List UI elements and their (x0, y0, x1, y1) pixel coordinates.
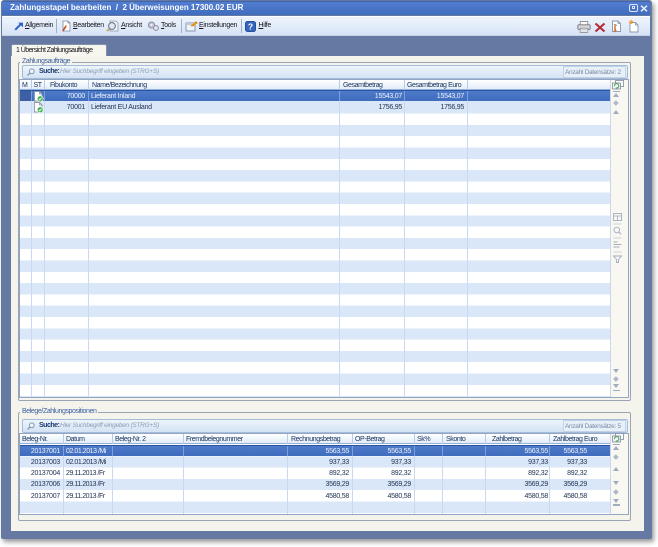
svg-text:?: ? (248, 21, 253, 31)
